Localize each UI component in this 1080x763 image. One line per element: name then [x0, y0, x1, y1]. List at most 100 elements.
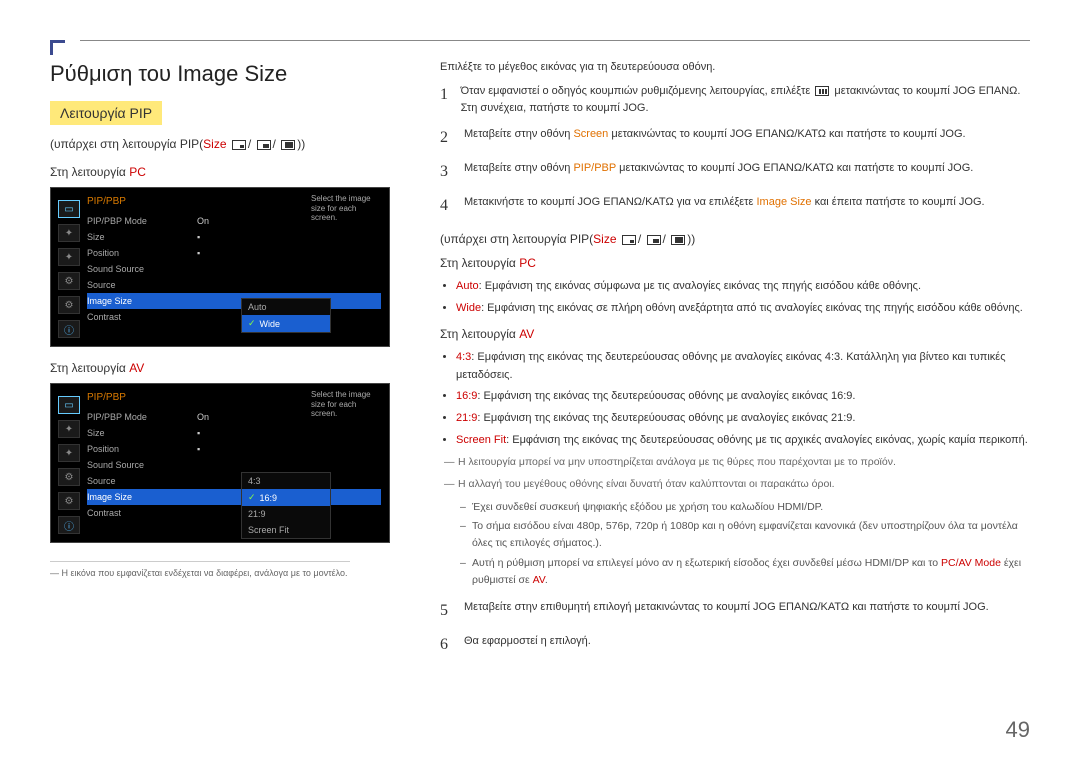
- osd-submenu: 4:3 ✓16:9 21:9 Screen Fit: [241, 472, 331, 539]
- osd-row: Sound Source: [87, 261, 381, 277]
- gear-icon: ⚙: [58, 272, 80, 290]
- t: Μετακινήστε το κουμπί JOG ΕΠΑΝΩ/ΚΑΤΩ για…: [464, 196, 756, 208]
- osd-opt: 4:3: [242, 473, 330, 489]
- t: και έπειτα πατήστε το κουμπί JOG.: [812, 196, 985, 208]
- step-number: 4: [440, 194, 454, 218]
- size-large-icon: [671, 235, 685, 245]
- osd-row: Size▪: [87, 229, 381, 245]
- corner-mark-icon: [50, 40, 65, 55]
- step-5: 5 Μεταβείτε στην επιθυμητή επιλογή μετακ…: [440, 599, 1030, 623]
- mode-av-label: Στη λειτουργία AV: [50, 361, 400, 375]
- t: μετακινώντας το κουμπί JOG ΕΠΑΝΩ/ΚΑΤΩ κα…: [616, 162, 973, 174]
- pip-mode-tag: Λειτουργία PIP: [50, 101, 162, 125]
- check-icon: ✓: [248, 318, 256, 329]
- monitor-icon: ▭: [58, 200, 80, 218]
- osd-sidebar: ▭ ✦ ✦ ⚙ ⚙ ⓘ: [51, 392, 87, 534]
- av-options: 4:3: Εμφάνιση της εικόνας της δευτερεύου…: [456, 349, 1030, 449]
- nav-icon: ✦: [58, 248, 80, 266]
- nav-icon: ✦: [58, 224, 80, 242]
- footnote-left: ― Η εικόνα που εμφανίζεται ενδέχεται να …: [50, 561, 350, 578]
- kw: Screen: [573, 128, 608, 140]
- size-med-icon: [647, 235, 661, 245]
- t: Στη λειτουργία: [50, 361, 129, 375]
- size-small-icon: [232, 140, 246, 150]
- kw: Screen Fit: [456, 434, 506, 446]
- osd-tooltip: Select the image size for each screen.: [311, 390, 383, 419]
- kw: 21:9: [456, 412, 477, 424]
- kw: 4:3: [456, 351, 471, 363]
- t: Στη λειτουργία: [440, 256, 519, 270]
- t: : Εμφάνιση της εικόνας σε πλήρη οθόνη αν…: [481, 302, 1023, 314]
- osd-opt-selected: ✓Wide: [242, 315, 330, 332]
- t: Η εικόνα που εμφανίζεται ενδέχεται να δι…: [62, 568, 348, 578]
- kw: Auto: [456, 280, 479, 292]
- gear-icon: ⚙: [58, 468, 80, 486]
- kw: Wide: [456, 302, 481, 314]
- size-word: Size: [203, 137, 226, 151]
- step-2: 2 Μεταβείτε στην οθόνη Screen μετακινώντ…: [440, 126, 1030, 150]
- t: : Εμφάνιση της εικόνας της δευτερεύουσας…: [477, 412, 855, 424]
- step-3: 3 Μεταβείτε στην οθόνη PIP/PBP μετακινών…: [440, 160, 1030, 184]
- t: Μεταβείτε στην οθόνη: [464, 162, 573, 174]
- top-divider: [80, 40, 1030, 41]
- t: Θα εφαρμοστεί η επιλογή.: [464, 633, 591, 657]
- t: Έχει συνδεθεί συσκευή ψηφιακής εξόδου με…: [460, 499, 1030, 516]
- monitor-icon: ▭: [58, 396, 80, 414]
- step-number: 2: [440, 126, 454, 150]
- txt: )): [297, 137, 305, 151]
- pc: PC: [129, 165, 146, 179]
- gear-icon: ⚙: [58, 296, 80, 314]
- mode-pc-label-right: Στη λειτουργία PC: [440, 256, 1030, 270]
- osd-row-selected: Image Size: [87, 489, 381, 505]
- menu-icon: [815, 86, 829, 96]
- t: Αυτή η ρύθμιση μπορεί να επιλεγεί μόνο α…: [472, 557, 941, 569]
- osd-opt: Auto: [242, 299, 330, 315]
- osd-sidebar: ▭ ✦ ✦ ⚙ ⚙ ⓘ: [51, 196, 87, 338]
- step-1: 1 Όταν εμφανιστεί ο οδηγός κουμπιών ρυθμ…: [440, 83, 1030, 116]
- kw: PIP/PBP: [573, 162, 616, 174]
- mode-av-label-right: Στη λειτουργία AV: [440, 327, 1030, 341]
- note-2: Η αλλαγή του μεγέθους οθόνης είναι δυνατ…: [444, 477, 1030, 493]
- t: : Εμφάνιση της εικόνας σύμφωνα με τις αν…: [479, 280, 921, 292]
- page-number: 49: [1006, 717, 1030, 743]
- step-number: 1: [440, 83, 451, 116]
- osd-row: Source: [87, 277, 381, 293]
- kw: Image Size: [756, 196, 811, 208]
- pip-size-line-right: (υπάρχει στη λειτουργία PIP(Size / / )): [440, 232, 1030, 246]
- kw: 16:9: [456, 390, 477, 402]
- osd-row: Sound Source: [87, 457, 381, 473]
- pc: PC: [519, 256, 536, 270]
- check-icon: ✓: [248, 492, 256, 503]
- mode-pc-label: Στη λειτουργία PC: [50, 165, 400, 179]
- osd-opt: 21:9: [242, 506, 330, 522]
- t: Μεταβείτε στην οθόνη: [464, 128, 573, 140]
- t: : Εμφάνιση της εικόνας της δευτερεύουσας…: [456, 351, 1006, 381]
- t: μετακινώντας το κουμπί JOG ΕΠΑΝΩ/ΚΑΤΩ κα…: [608, 128, 965, 140]
- step-6: 6 Θα εφαρμοστεί η επιλογή.: [440, 633, 1030, 657]
- txt: (υπάρχει στη λειτουργία PIP(: [50, 137, 203, 151]
- osd-row: Position▪: [87, 441, 381, 457]
- step-4: 4 Μετακινήστε το κουμπί JOG ΕΠΑΝΩ/ΚΑΤΩ γ…: [440, 194, 1030, 218]
- t: : Εμφάνιση της εικόνας της δευτερεύουσας…: [506, 434, 1028, 446]
- t: Το σήμα εισόδου είναι 480p, 576p, 720p ή…: [460, 518, 1030, 552]
- osd-screenshot-pc: ▭ ✦ ✦ ⚙ ⚙ ⓘ PIP/PBP PIP/PBP ModeOn Size▪…: [50, 187, 390, 347]
- av: AV: [129, 361, 144, 375]
- t: (υπάρχει στη λειτουργία PIP(: [440, 232, 593, 246]
- sub-conditions: Έχει συνδεθεί συσκευή ψηφιακής εξόδου με…: [460, 499, 1030, 589]
- osd-tooltip: Select the image size for each screen.: [311, 194, 383, 223]
- t: )): [687, 232, 695, 246]
- t: Στη λειτουργία: [50, 165, 129, 179]
- step-number: 3: [440, 160, 454, 184]
- size-large-icon: [281, 140, 295, 150]
- info-icon: ⓘ: [58, 320, 80, 338]
- size-word: Size: [593, 232, 616, 246]
- kw: AV: [533, 574, 545, 586]
- pc-options: Auto: Εμφάνιση της εικόνας σύμφωνα με τι…: [456, 278, 1030, 317]
- gear-icon: ⚙: [58, 492, 80, 510]
- t: .: [545, 574, 548, 586]
- t: Όταν εμφανιστεί ο οδηγός κουμπιών ρυθμιζ…: [461, 85, 814, 97]
- page-title: Ρύθμιση του Image Size: [50, 61, 400, 87]
- osd-opt: Screen Fit: [242, 522, 330, 538]
- step-number: 6: [440, 633, 454, 657]
- t: : Εμφάνιση της εικόνας της δευτερεύουσας…: [477, 390, 855, 402]
